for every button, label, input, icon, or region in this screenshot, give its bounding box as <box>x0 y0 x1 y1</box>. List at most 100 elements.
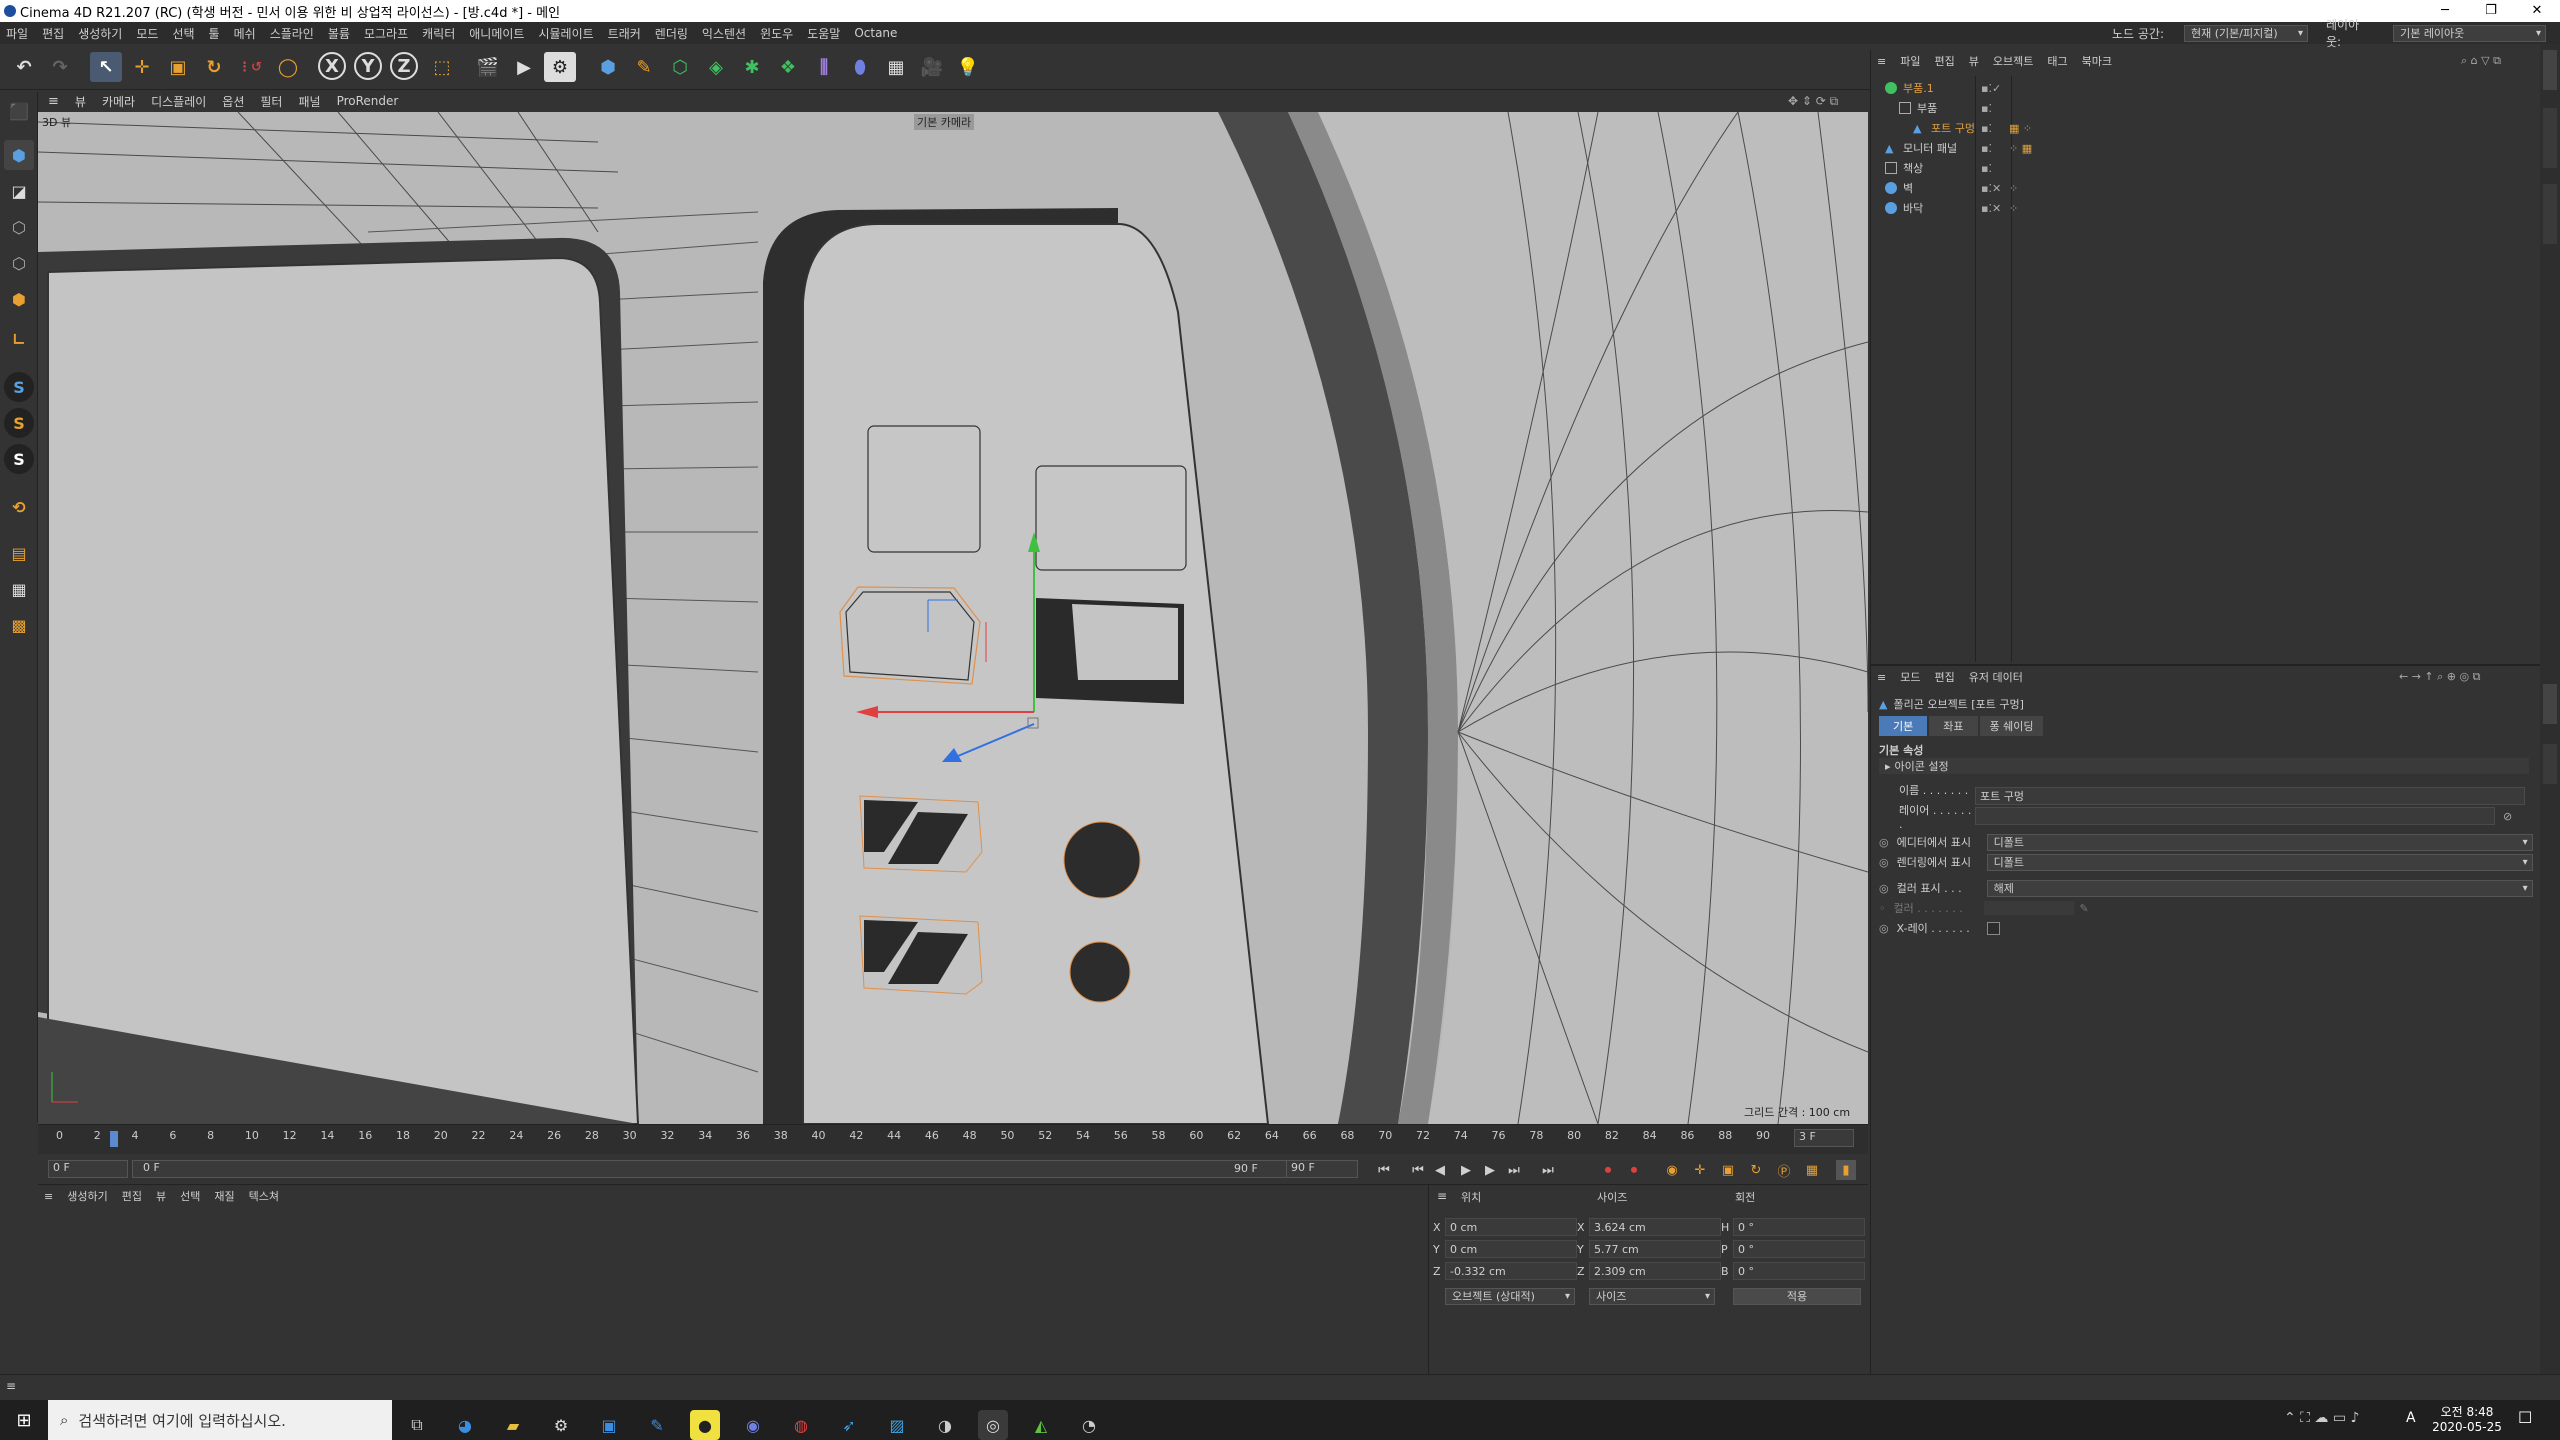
store-icon[interactable]: ▣ <box>594 1410 624 1440</box>
windows-start-icon[interactable]: ⊞ <box>0 1410 48 1431</box>
icon-settings-group[interactable]: ▸ 아이콘 설정 <box>1879 758 2529 774</box>
kakaotalk-icon[interactable]: ● <box>690 1410 720 1440</box>
visibility-toggle-icon[interactable]: ▪⁚✓ <box>1981 82 2001 95</box>
layer-field[interactable] <box>1975 807 2495 825</box>
rotate-tool-icon[interactable]: ↻ <box>198 52 230 82</box>
display-color-select[interactable]: 해제 <box>1986 879 2533 897</box>
obj-menu-tags[interactable]: 태그 <box>2047 53 2067 69</box>
deformer-icon[interactable]: ⫼ <box>808 52 840 82</box>
menu-icon[interactable]: ≡ <box>44 1190 53 1203</box>
snap-icon[interactable]: S <box>4 372 34 402</box>
coordinate-system-icon[interactable]: ⬚ <box>426 52 458 82</box>
mat-menu-material[interactable]: 재질 <box>214 1188 234 1204</box>
steam-icon[interactable]: ◑ <box>930 1410 960 1440</box>
cube-icon[interactable]: ⬢ <box>592 52 624 82</box>
next-frame-icon[interactable]: ▶ <box>1480 1160 1500 1180</box>
menu-render[interactable]: 렌더링 <box>655 25 688 42</box>
snap-settings-icon[interactable]: S <box>4 408 34 438</box>
close-button[interactable]: ✕ <box>2514 0 2560 22</box>
menu-volume[interactable]: 볼륨 <box>328 25 350 42</box>
mograph-icon[interactable]: ❖ <box>772 52 804 82</box>
key-scale-icon[interactable]: ▣ <box>1718 1160 1738 1180</box>
key-parameter-icon[interactable]: Ⓟ <box>1774 1160 1794 1180</box>
animation-dot-icon[interactable]: ◎ <box>1879 922 1889 935</box>
tag-icons[interactable]: ▦ ⁘ <box>2009 122 2032 135</box>
chrome-icon[interactable]: ◍ <box>786 1410 816 1440</box>
cloner-icon[interactable]: ✱ <box>736 52 768 82</box>
vp-menu-prorender[interactable]: ProRender <box>337 94 399 108</box>
recent-tools-icon[interactable]: ⋮↺ <box>234 52 266 82</box>
grid-workplane-icon[interactable]: ▦ <box>4 574 34 604</box>
play-icon[interactable]: ▶ <box>1456 1160 1476 1180</box>
menu-tracker[interactable]: 트래커 <box>608 25 641 42</box>
menu-window[interactable]: 윈도우 <box>760 25 793 42</box>
undo-icon[interactable]: ↶ <box>8 52 40 82</box>
points-mode-icon[interactable]: ⬡ <box>4 212 34 242</box>
name-field[interactable]: 포트 구멍 <box>1975 787 2525 805</box>
obj-menu-objects[interactable]: 오브젝트 <box>1993 53 2033 69</box>
menu-animate[interactable]: 애니메이트 <box>469 25 524 42</box>
tab-coordinates[interactable]: 좌표 <box>1929 716 1978 736</box>
render-visibility-select[interactable]: 디폴트 <box>1986 853 2533 871</box>
layer-picker-icon[interactable]: ⊘ <box>2503 810 2512 823</box>
visibility-toggle-icon[interactable]: ▪⁚✕ <box>1981 202 2001 215</box>
pos-z-field[interactable]: -0.332 cm <box>1445 1262 1577 1280</box>
ime-indicator[interactable]: A <box>2406 1410 2416 1426</box>
record-keys-icon[interactable]: ⏺ <box>1598 1160 1618 1180</box>
light-icon[interactable]: 💡 <box>952 52 984 82</box>
bird-app-icon[interactable]: ➶ <box>834 1410 864 1440</box>
vp-menu-view[interactable]: 뷰 <box>75 93 86 110</box>
edge-icon[interactable]: ◕ <box>450 1410 480 1440</box>
tab-basic[interactable]: 기본 <box>1879 716 1928 736</box>
menu-extensions[interactable]: 익스텐션 <box>702 25 746 42</box>
maximize-button[interactable]: ❐ <box>2468 0 2514 22</box>
menu-edit[interactable]: 편집 <box>42 25 64 42</box>
size-mode-select[interactable]: 사이즈 <box>1589 1288 1715 1305</box>
tag-icons[interactable]: ⁘ <box>2009 182 2018 195</box>
vp-menu-panel[interactable]: 패널 <box>298 93 320 110</box>
object-row[interactable]: 책상 ▪⁚ <box>1885 158 2525 178</box>
field-icon[interactable]: ⬮ <box>844 52 876 82</box>
menu-select[interactable]: 선택 <box>172 25 194 42</box>
object-row[interactable]: 벽 ▪⁚✕ ⁘ <box>1885 178 2525 198</box>
pos-x-field[interactable]: 0 cm <box>1445 1218 1577 1236</box>
tweak-icon[interactable]: ⟲ <box>4 492 34 522</box>
visibility-toggle-icon[interactable]: ▪⁚ <box>1981 162 1992 175</box>
timeline-end-field[interactable]: 3 F <box>1794 1129 1854 1147</box>
animation-dot-icon[interactable]: ◎ <box>1879 836 1889 849</box>
obj-menu-view[interactable]: 뷰 <box>1969 53 1979 69</box>
axis-mode-icon[interactable]: ∟ <box>4 324 34 354</box>
x-axis-lock-icon[interactable]: X <box>318 52 346 80</box>
xray-checkbox[interactable] <box>1986 921 2000 935</box>
start-frame-field[interactable]: 0 F <box>48 1160 128 1178</box>
vp-menu-options[interactable]: 옵션 <box>222 93 244 110</box>
size-x-field[interactable]: 3.624 cm <box>1589 1218 1721 1236</box>
timeline-settings-icon[interactable]: ▮ <box>1836 1160 1856 1180</box>
discord-icon[interactable]: ◉ <box>738 1410 768 1440</box>
make-editable-icon[interactable]: ⬛ <box>4 96 34 126</box>
obj-menu-edit[interactable]: 편집 <box>1934 53 1954 69</box>
size-z-field[interactable]: 2.309 cm <box>1589 1262 1721 1280</box>
taskbar-search[interactable]: ⌕ 검색하려면 여기에 입력하십시오. <box>48 1400 392 1440</box>
animation-dot-icon[interactable]: ◎ <box>1879 856 1889 869</box>
takes-tab[interactable] <box>2543 108 2557 168</box>
next-key-icon[interactable]: ⏭ <box>1504 1160 1524 1180</box>
objects-tab[interactable] <box>2543 50 2557 90</box>
menu-icon[interactable]: ≡ <box>48 94 59 109</box>
nvidia-icon[interactable]: ◭ <box>1026 1410 1056 1440</box>
snap-mode-icon[interactable]: S <box>4 444 34 474</box>
node-space-select[interactable]: 현재 (기본/피지컬) <box>2184 24 2309 42</box>
size-y-field[interactable]: 5.77 cm <box>1589 1240 1721 1258</box>
minimize-button[interactable]: ─ <box>2422 0 2468 22</box>
polygons-mode-icon[interactable]: ⬢ <box>4 284 34 314</box>
workplane-icon[interactable]: ▤ <box>4 538 34 568</box>
vp-menu-display[interactable]: 디스플레이 <box>151 93 206 110</box>
object-row[interactable]: 부품.1 ▪⁚✓ <box>1885 78 2525 98</box>
key-rotation-icon[interactable]: ↻ <box>1746 1160 1766 1180</box>
current-frame-slider[interactable]: 0 F <box>132 1160 1308 1178</box>
redo-icon[interactable]: ↷ <box>44 52 76 82</box>
obj-menu-bookmarks[interactable]: 북마크 <box>2082 53 2112 69</box>
locked-workplane-icon[interactable]: ▩ <box>4 610 34 640</box>
render-region-icon[interactable]: 🎬 <box>472 52 504 82</box>
live-select-icon[interactable]: ◯ <box>272 52 304 82</box>
